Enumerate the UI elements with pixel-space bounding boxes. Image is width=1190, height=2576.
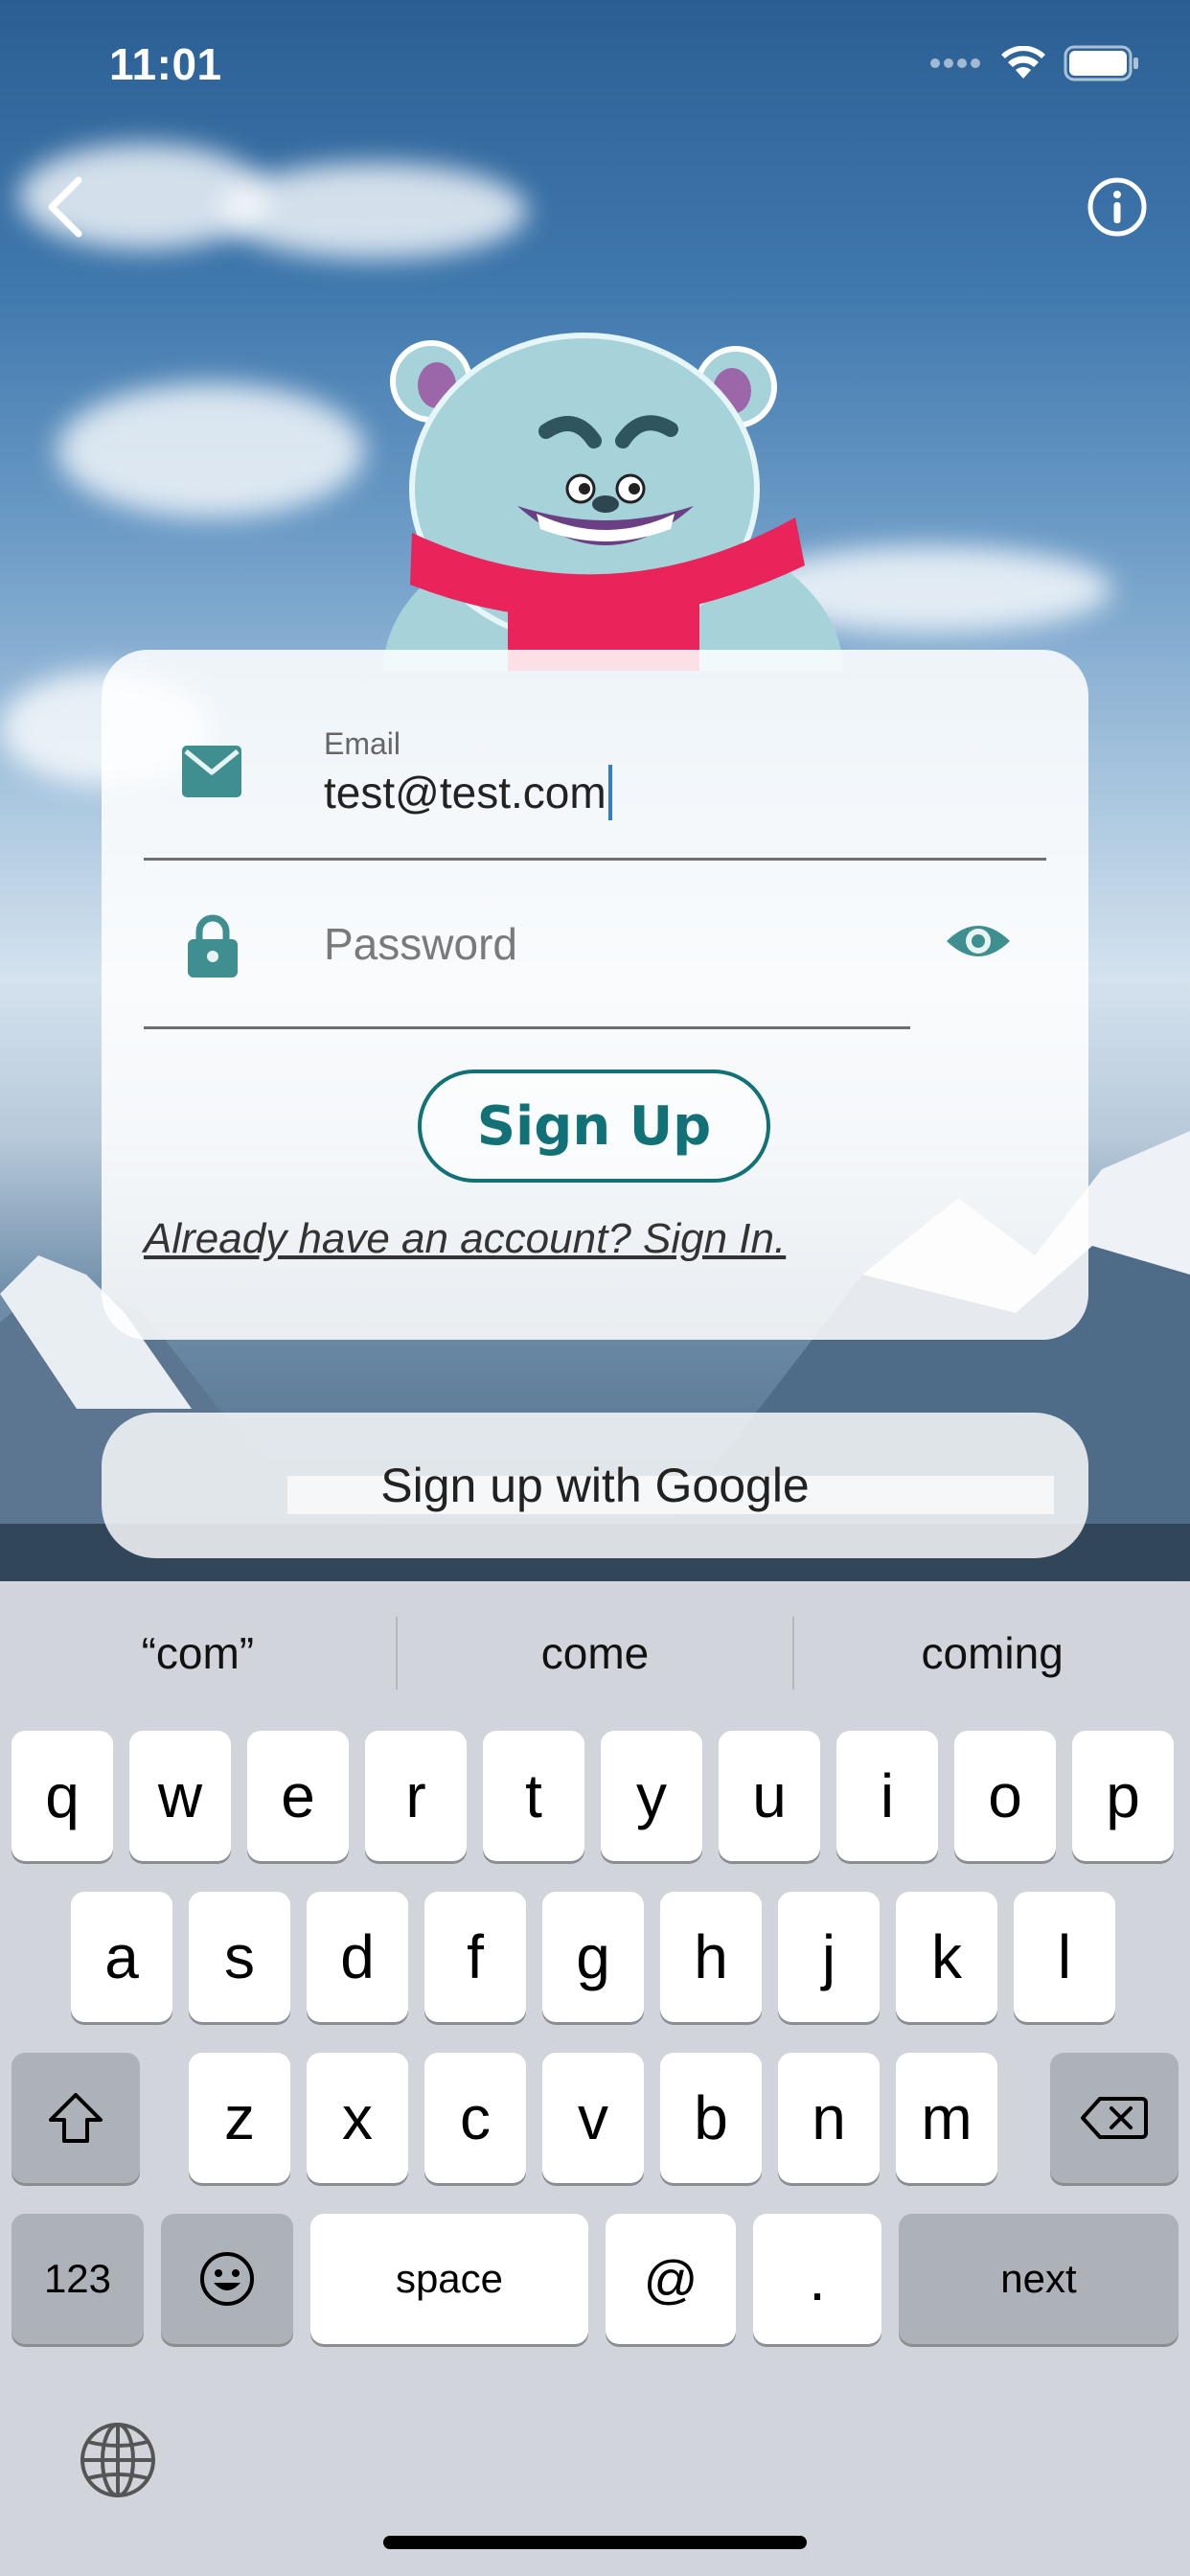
key-e[interactable]: e	[247, 1731, 349, 1861]
key-h[interactable]: h	[660, 1892, 762, 2022]
key-l[interactable]: l	[1014, 1892, 1115, 2022]
email-label: Email	[324, 726, 401, 761]
key-s[interactable]: s	[189, 1892, 290, 2022]
key-g[interactable]: g	[542, 1892, 644, 2022]
email-input[interactable]: test@test.com	[324, 765, 612, 820]
key-a[interactable]: a	[71, 1892, 172, 2022]
key-p[interactable]: p	[1072, 1731, 1174, 1861]
key-w[interactable]: w	[129, 1731, 231, 1861]
suggestion-item[interactable]: come	[398, 1627, 793, 1679]
key-d[interactable]: d	[307, 1892, 408, 2022]
key-q[interactable]: q	[11, 1731, 113, 1861]
email-field[interactable]: Email test@test.com	[144, 717, 1046, 861]
key-y[interactable]: y	[601, 1731, 702, 1861]
password-input[interactable]: Password	[324, 918, 517, 970]
text-cursor	[607, 765, 612, 820]
key-u[interactable]: u	[719, 1731, 820, 1861]
status-time: 11:01	[109, 39, 222, 89]
key-j[interactable]: j	[778, 1892, 880, 2022]
shift-arrow-icon	[49, 2093, 103, 2143]
sign-in-link[interactable]: Already have an account? Sign In.	[144, 1215, 786, 1263]
key-b[interactable]: b	[660, 2053, 762, 2183]
suggestion-item[interactable]: coming	[794, 1627, 1190, 1679]
key-o[interactable]: o	[954, 1731, 1056, 1861]
signal-icon	[930, 58, 980, 68]
eye-icon[interactable]	[945, 918, 1012, 964]
email-value: test@test.com	[324, 768, 606, 817]
bear-mascot-illustration	[383, 333, 843, 671]
period-key[interactable]: .	[753, 2214, 881, 2344]
globe-icon[interactable]	[79, 2421, 157, 2499]
sign-up-button[interactable]: Sign Up	[418, 1070, 770, 1183]
key-n[interactable]: n	[778, 2053, 880, 2183]
backspace-icon	[1081, 2097, 1148, 2139]
back-button[interactable]	[38, 171, 92, 243]
key-x[interactable]: x	[307, 2053, 408, 2183]
emoji-key[interactable]	[161, 2214, 293, 2344]
envelope-icon	[182, 746, 241, 797]
delete-key[interactable]	[1050, 2053, 1179, 2183]
key-r[interactable]: r	[365, 1731, 467, 1861]
info-icon	[1087, 177, 1147, 237]
key-c[interactable]: c	[424, 2053, 526, 2183]
home-indicator	[383, 2536, 807, 2549]
battery-icon	[1064, 45, 1138, 81]
at-key[interactable]: @	[606, 2214, 736, 2344]
password-field[interactable]: Password	[144, 889, 910, 1029]
shift-key[interactable]	[11, 2053, 140, 2183]
suggestion-item[interactable]: “com”	[0, 1627, 396, 1679]
key-f[interactable]: f	[424, 1892, 526, 2022]
emoji-icon	[200, 2252, 254, 2306]
keyboard: “com” come coming q w e r t y u i o p a …	[0, 1581, 1190, 2576]
key-k[interactable]: k	[896, 1892, 997, 2022]
signup-card: Email test@test.com Password Sign Up Alr…	[102, 650, 1088, 1340]
key-v[interactable]: v	[542, 2053, 644, 2183]
lock-icon	[188, 914, 238, 978]
key-t[interactable]: t	[483, 1731, 584, 1861]
google-signup-button[interactable]: Sign up with Google	[102, 1413, 1088, 1558]
status-icons	[929, 42, 1140, 84]
suggestion-bar: “com” come coming	[0, 1581, 1190, 1725]
chevron-left-icon	[48, 176, 82, 238]
numbers-key[interactable]: 123	[11, 2214, 144, 2344]
info-button[interactable]	[1087, 176, 1148, 238]
next-key[interactable]: next	[899, 2214, 1179, 2344]
wifi-icon	[1001, 46, 1045, 79]
key-z[interactable]: z	[189, 2053, 290, 2183]
space-key[interactable]: space	[310, 2214, 588, 2344]
key-i[interactable]: i	[836, 1731, 938, 1861]
key-m[interactable]: m	[896, 2053, 997, 2183]
